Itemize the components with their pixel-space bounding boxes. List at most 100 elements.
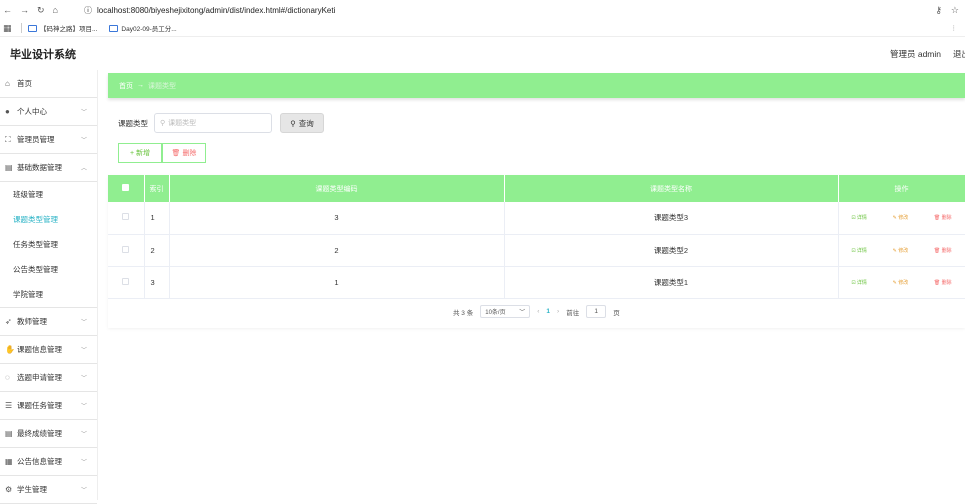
row-index: 3 bbox=[144, 266, 170, 299]
sidebar-item-home[interactable]: ⌂ 首页 bbox=[0, 70, 97, 98]
page-number[interactable]: 1 bbox=[546, 308, 550, 315]
apps-icon[interactable]: ▦ bbox=[3, 23, 15, 34]
sidebar-item-topic-apply[interactable]: ◌ 选题申请管理 ﹀ bbox=[0, 364, 97, 392]
bookmark-item[interactable]: 【码神之路】项目... bbox=[28, 23, 97, 33]
sidebar-item-basic-data[interactable]: ▤ 基础数据管理 ︿ bbox=[0, 154, 97, 182]
browser-toolbar: ← → ↻ ⌂ ⓘ localhost:8080/biyeshejixitong… bbox=[0, 0, 965, 20]
edit-button[interactable]: ✎ 修改 bbox=[893, 279, 909, 286]
send-icon: ➶ bbox=[5, 317, 12, 326]
sidebar-item-notice-type[interactable]: 公告类型管理 bbox=[0, 257, 97, 282]
breadcrumb-home[interactable]: 首页 bbox=[119, 81, 133, 91]
chevron-down-icon: ﹀ bbox=[519, 310, 526, 316]
url-text[interactable]: localhost:8080/biyeshejixitong/admin/dis… bbox=[97, 6, 335, 15]
frame-icon: ⛶ bbox=[5, 134, 11, 144]
back-icon[interactable]: ← bbox=[3, 5, 12, 16]
row-name: 课题类型3 bbox=[504, 202, 839, 235]
sidebar-item-admin[interactable]: ⛶ 管理员管理 ﹀ bbox=[0, 126, 97, 154]
thumb-icon: ✋ bbox=[5, 345, 15, 354]
plus-icon: + bbox=[129, 149, 135, 157]
star-icon[interactable]: ☆ bbox=[951, 5, 959, 16]
chevron-down-icon: ﹀ bbox=[80, 376, 87, 382]
key-icon[interactable]: ⚷ bbox=[935, 5, 942, 16]
view-button[interactable]: ⊡ 详情 bbox=[851, 279, 867, 286]
sidebar-item-notice-info[interactable]: ▦ 公告信息管理 ﹀ bbox=[0, 448, 97, 476]
home-icon[interactable]: ⌂ bbox=[53, 5, 58, 16]
chevron-down-icon: ﹀ bbox=[80, 320, 87, 326]
bookmark-item[interactable]: Day02-09-员工分... bbox=[109, 23, 177, 33]
reload-icon[interactable]: ↻ bbox=[37, 5, 45, 16]
select-all-cell bbox=[108, 175, 145, 202]
goto-input[interactable]: 1 bbox=[586, 305, 607, 318]
goto-label: 前往 bbox=[566, 309, 580, 317]
edit-button[interactable]: ✎ 修改 bbox=[893, 247, 909, 254]
sidebar-item-topic-task[interactable]: ☰ 课题任务管理 ﹀ bbox=[0, 392, 97, 420]
sidebar-item-teacher[interactable]: ➶ 教师管理 ﹀ bbox=[0, 308, 97, 336]
edit-button[interactable]: ✎ 修改 bbox=[893, 214, 909, 221]
delete-row-button[interactable]: 🗑 删除 bbox=[934, 279, 952, 286]
sidebar-item-profile[interactable]: ● 个人中心 ﹀ bbox=[0, 98, 97, 126]
row-ops: ⊡ 详情 ✎ 修改 🗑 删除 bbox=[839, 214, 965, 221]
chevron-down-icon: ﹀ bbox=[80, 348, 87, 354]
table-row: 1 3 课题类型3 ⊡ 详情 ✎ 修改 🗑 删除 bbox=[108, 202, 965, 235]
row-index: 2 bbox=[144, 234, 170, 267]
search-button[interactable]: ⚲ 查询 bbox=[280, 113, 324, 133]
column-header-code: 课题类型编码 bbox=[169, 175, 505, 202]
browser-nav: ← → ↻ ⌂ bbox=[0, 5, 84, 16]
main-content: 首页 → 课题类型 课题类型 ⚲ 课题类型 ⚲ 查询 + 新增 🗑 删除 索引 … bbox=[108, 73, 965, 500]
sidebar: ⌂ 首页 ● 个人中心 ﹀ ⛶ 管理员管理 ﹀ ▤ 基础数据管理 ︿ 班级管理 … bbox=[0, 70, 98, 504]
delete-row-button[interactable]: 🗑 删除 bbox=[934, 214, 952, 221]
search-row: 课题类型 ⚲ 课题类型 ⚲ 查询 bbox=[118, 113, 324, 133]
delete-button[interactable]: 🗑 删除 bbox=[162, 143, 206, 163]
power-icon: ◌ bbox=[5, 373, 10, 382]
action-row: + 新增 🗑 删除 bbox=[118, 143, 206, 163]
delete-row-button[interactable]: 🗑 删除 bbox=[934, 247, 952, 254]
row-code: 2 bbox=[169, 234, 505, 267]
forward-icon[interactable]: → bbox=[20, 5, 29, 16]
search-icon: ⚲ bbox=[290, 118, 296, 128]
row-checkbox[interactable] bbox=[122, 277, 130, 285]
app-title: 毕业设计系统 bbox=[10, 49, 76, 61]
table-row: 3 1 课题类型1 ⊡ 详情 ✎ 修改 🗑 删除 bbox=[108, 266, 965, 299]
bookmarks-bar: ▦ 【码神之路】项目... Day02-09-员工分... ⋮ bbox=[0, 20, 965, 37]
gear-icon: ⚙ bbox=[5, 485, 13, 494]
next-page-icon[interactable]: › bbox=[557, 308, 559, 315]
sidebar-item-college[interactable]: 学院管理 bbox=[0, 282, 97, 307]
row-index: 1 bbox=[144, 202, 170, 235]
search-input[interactable]: ⚲ 课题类型 bbox=[154, 113, 272, 133]
chevron-down-icon: ﹀ bbox=[80, 138, 87, 144]
info-icon[interactable]: ⓘ bbox=[84, 5, 92, 16]
view-button[interactable]: ⊡ 详情 bbox=[851, 214, 867, 221]
chevron-down-icon: ﹀ bbox=[80, 432, 87, 438]
sidebar-item-final-score[interactable]: ▤ 最终成绩管理 ﹀ bbox=[0, 420, 97, 448]
prev-page-icon[interactable]: ‹ bbox=[537, 308, 539, 315]
more-icon[interactable]: ⋮ bbox=[951, 24, 958, 32]
logout-link[interactable]: 退出 bbox=[953, 48, 965, 60]
table-header-row: 索引 课题类型编码 课题类型名称 操作 bbox=[108, 175, 965, 202]
row-checkbox[interactable] bbox=[122, 245, 130, 253]
add-button[interactable]: + 新增 bbox=[118, 143, 162, 163]
home-icon: ⌂ bbox=[5, 79, 10, 88]
row-checkbox[interactable] bbox=[122, 213, 130, 221]
view-button[interactable]: ⊡ 详情 bbox=[851, 247, 867, 254]
page-size-select[interactable]: 10条/页 ﹀ bbox=[480, 305, 531, 318]
address-bar[interactable]: ⓘ localhost:8080/biyeshejixitong/admin/d… bbox=[84, 5, 935, 16]
chevron-down-icon: ﹀ bbox=[80, 110, 87, 116]
search-icon: ⚲ bbox=[160, 120, 166, 127]
breadcrumb: 首页 → 课题类型 bbox=[108, 73, 965, 98]
user-label: 管理员 admin bbox=[889, 49, 941, 59]
search-label: 课题类型 bbox=[118, 118, 148, 128]
row-code: 1 bbox=[169, 266, 505, 299]
page-unit: 页 bbox=[613, 309, 620, 317]
select-all-checkbox[interactable] bbox=[122, 184, 130, 191]
person-icon: ● bbox=[5, 107, 10, 116]
row-name: 课题类型2 bbox=[504, 234, 839, 267]
row-ops: ⊡ 详情 ✎ 修改 🗑 删除 bbox=[839, 247, 965, 254]
sidebar-item-topic-type[interactable]: 课题类型管理 bbox=[0, 207, 97, 232]
breadcrumb-current: 课题类型 bbox=[148, 82, 176, 90]
sidebar-item-task-type[interactable]: 任务类型管理 bbox=[0, 232, 97, 257]
chevron-down-icon: ﹀ bbox=[80, 460, 87, 466]
sidebar-item-topic-info[interactable]: ✋ 课题信息管理 ﹀ bbox=[0, 336, 97, 364]
chevron-down-icon: ﹀ bbox=[80, 488, 87, 494]
chevron-down-icon: ﹀ bbox=[80, 404, 87, 410]
sidebar-item-class[interactable]: 班级管理 bbox=[0, 182, 97, 207]
